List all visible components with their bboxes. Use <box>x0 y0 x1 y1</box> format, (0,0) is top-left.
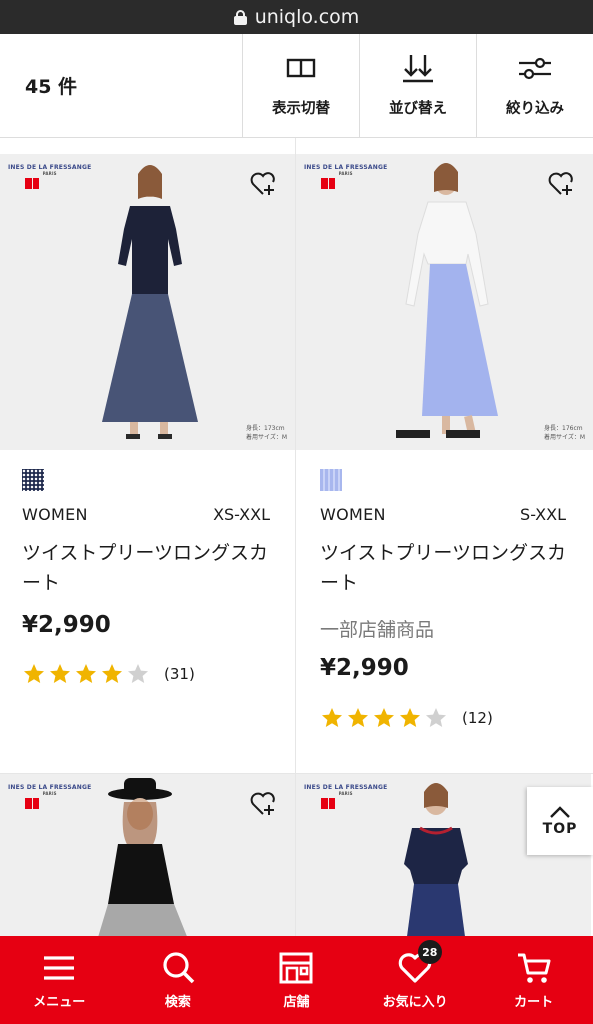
review-count[interactable]: (12) <box>462 709 493 727</box>
brand-label: INES DE LA FRESSANGE PARIS <box>8 784 92 796</box>
brand-label: INES DE LA FRESSANGE PARIS <box>304 784 388 796</box>
nav-favorites-label: お気に入り <box>382 994 448 1010</box>
sort-button[interactable]: 並び替え <box>359 34 476 137</box>
browser-url-bar[interactable]: uniqlo.com <box>0 0 593 34</box>
product-card[interactable]: INES DE LA FRESSANGE PARIS 身長：176cm 着用サイズ：… <box>296 138 593 773</box>
display-toggle-button[interactable]: 表示切替 <box>242 34 359 137</box>
nav-search[interactable]: 検索 <box>119 936 238 1024</box>
results-toolbar: 45 件 表示切替 並び替え 絞り込み <box>0 34 593 138</box>
star-filled-icon <box>322 708 342 727</box>
nav-cart-label: カート <box>514 994 554 1010</box>
model-info: 身長：173cm 着用サイズ：M <box>246 425 287 441</box>
star-filled-icon <box>50 664 70 683</box>
product-name[interactable]: ツイストプリーツロングスカート <box>22 538 272 598</box>
star-empty-icon <box>426 708 446 727</box>
add-favorite-icon[interactable] <box>249 790 277 818</box>
filter-label: 絞り込み <box>506 101 564 117</box>
product-card[interactable]: INES DE LA FRESSANGE PARIS <box>0 774 295 936</box>
product-name[interactable]: ツイストプリーツロングスカート <box>320 538 570 598</box>
star-filled-icon <box>24 664 44 683</box>
nav-cart[interactable]: カート <box>474 936 593 1024</box>
color-swatch[interactable] <box>320 469 342 491</box>
color-swatch[interactable] <box>22 469 44 491</box>
star-filled-icon <box>76 664 96 683</box>
lock-icon <box>233 9 247 25</box>
sort-icon <box>403 55 433 83</box>
product-image[interactable]: INES DE LA FRESSANGE PARIS 身長：176cm 着用サイズ：… <box>296 154 593 450</box>
filter-button[interactable]: 絞り込み <box>476 34 593 137</box>
gender-label: WOMEN <box>320 505 386 524</box>
filter-sliders-icon <box>519 57 551 80</box>
rating-stars: (31) <box>22 662 195 686</box>
store-icon <box>279 952 313 983</box>
review-count[interactable]: (31) <box>164 665 195 683</box>
size-range: S-XXL <box>520 505 566 524</box>
uniqlo-logo <box>321 798 335 809</box>
product-image[interactable]: INES DE LA FRESSANGE PARIS <box>0 774 295 936</box>
nav-search-label: 検索 <box>164 994 191 1010</box>
nav-menu-label: メニュー <box>33 994 86 1010</box>
star-filled-icon <box>374 708 394 727</box>
star-empty-icon <box>128 664 148 683</box>
chevron-up-icon <box>550 806 570 818</box>
url-text: uniqlo.com <box>254 6 360 28</box>
product-price: ¥2,990 <box>320 655 409 681</box>
back-to-top-button[interactable]: TOP <box>527 787 593 855</box>
gender-label: WOMEN <box>22 505 88 524</box>
model-photo <box>102 165 198 439</box>
nav-store[interactable]: 店舗 <box>237 936 356 1024</box>
model-info: 身長：176cm 着用サイズ：M <box>544 425 585 441</box>
size-range: XS-XXL <box>213 505 270 524</box>
cart-icon <box>517 953 551 983</box>
favorites-count-badge: 28 <box>417 940 442 964</box>
uniqlo-logo <box>25 178 39 189</box>
bottom-navigation: メニュー 検索 店舗 28 お気に入り カート <box>0 936 593 1024</box>
add-favorite-icon[interactable] <box>547 170 575 198</box>
nav-favorites[interactable]: 28 お気に入り <box>356 936 475 1024</box>
add-favorite-icon[interactable] <box>249 170 277 198</box>
search-icon <box>163 951 195 983</box>
sort-label: 並び替え <box>389 101 447 117</box>
result-count: 45 件 <box>25 76 78 98</box>
star-filled-icon <box>102 664 122 683</box>
grid-view-icon <box>286 58 316 78</box>
product-price: ¥2,990 <box>22 612 111 638</box>
availability-note: 一部店舗商品 <box>320 619 435 641</box>
nav-menu[interactable]: メニュー <box>0 936 119 1024</box>
uniqlo-logo <box>25 798 39 809</box>
uniqlo-logo <box>321 178 335 189</box>
nav-store-label: 店舗 <box>283 994 310 1010</box>
star-filled-icon <box>400 708 420 727</box>
product-card[interactable]: INES DE LA FRESSANGE PARIS 身長：173cm 着用サイズ：… <box>0 138 295 773</box>
model-photo <box>396 163 498 438</box>
display-toggle-label: 表示切替 <box>272 101 330 117</box>
brand-label: INES DE LA FRESSANGE PARIS <box>8 164 92 176</box>
star-filled-icon <box>348 708 368 727</box>
back-to-top-label: TOP <box>542 821 578 837</box>
rating-stars: (12) <box>320 706 493 730</box>
menu-icon <box>44 955 75 980</box>
product-image[interactable]: INES DE LA FRESSANGE PARIS 身長：173cm 着用サイズ：… <box>0 154 295 450</box>
brand-label: INES DE LA FRESSANGE PARIS <box>304 164 388 176</box>
